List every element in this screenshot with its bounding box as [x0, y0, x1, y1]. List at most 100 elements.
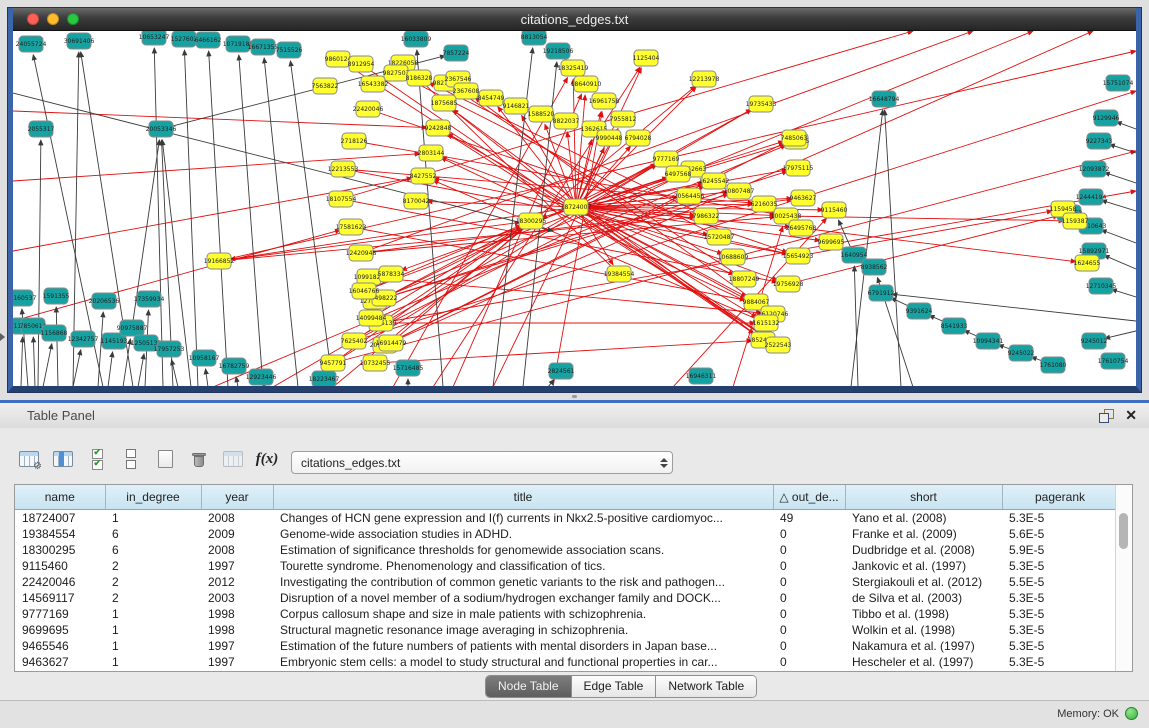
graph-node[interactable]: 8938562	[861, 259, 888, 275]
scrollbar-thumb[interactable]	[1119, 513, 1128, 549]
graph-node[interactable]: 15716485	[393, 360, 424, 376]
graph-node[interactable]: 12093872	[1079, 161, 1110, 177]
graph-node[interactable]: 18724007	[561, 199, 592, 215]
graph-node[interactable]: 1527602	[171, 31, 198, 47]
network-canvas[interactable]: 24055724 30691406 1065324715276026466162 10…	[13, 31, 1136, 386]
graph-node[interactable]: 19218506	[543, 43, 574, 59]
graph-node[interactable]: 8813054	[521, 31, 548, 45]
graph-node[interactable]: 6466162	[195, 32, 222, 48]
graph-node[interactable]: 15720487	[704, 229, 735, 245]
graph-node[interactable]: 14099484	[356, 310, 387, 326]
graph-node[interactable]: 6794028	[625, 130, 652, 146]
graph-node[interactable]: 12710345	[1086, 278, 1117, 294]
graph-node[interactable]: 19756928	[773, 276, 804, 292]
table-header-cell-title[interactable]: title	[273, 485, 773, 510]
graph-node[interactable]: 24055724	[16, 36, 47, 52]
graph-node[interactable]: 30691406	[64, 33, 95, 49]
table-vertical-scrollbar[interactable]	[1115, 485, 1132, 671]
graph-node[interactable]: 19735433	[746, 96, 777, 112]
graph-node[interactable]: 12420948	[346, 245, 377, 261]
tab-edge-table[interactable]: Edge Table	[572, 676, 657, 697]
graph-node[interactable]: 9990448	[596, 130, 623, 146]
graph-node[interactable]: 17359934	[134, 291, 165, 307]
graph-node[interactable]: 9129946	[1093, 110, 1120, 126]
graph-node[interactable]: 12213978	[689, 71, 720, 87]
graph-node[interactable]: 10732455	[360, 355, 391, 371]
graph-node[interactable]: 6791912	[868, 285, 895, 301]
graph-node[interactable]: 20053346	[146, 121, 177, 137]
table-row[interactable]: 1456911722003Disruption of a novel membe…	[15, 590, 1118, 606]
table-header-cell-short[interactable]: short	[845, 485, 1002, 510]
graph-node[interactable]: 17975115	[783, 160, 814, 176]
graph-node[interactable]: 9391624	[906, 303, 933, 319]
graph-node[interactable]: 16946311	[686, 368, 717, 384]
graph-node[interactable]: 8427552	[410, 168, 437, 184]
graph-node[interactable]: 15654923	[783, 248, 814, 264]
table-row[interactable]: 1938455462009Genome-wide association stu…	[15, 526, 1118, 542]
graph-node[interactable]: 5878334	[378, 266, 405, 282]
graph-node[interactable]: 9146821	[503, 98, 530, 114]
west-panel-grip-icon[interactable]	[0, 333, 5, 341]
column-settings-icon[interactable]	[48, 446, 78, 472]
graph-node[interactable]: 16046766	[349, 283, 380, 299]
graph-node[interactable]: 7515526	[276, 42, 303, 58]
graph-node[interactable]: 9115460	[821, 202, 848, 218]
delete-trash-icon[interactable]	[184, 446, 214, 472]
graph-node[interactable]: 10994341	[973, 333, 1004, 349]
table-header-cell-name[interactable]: name	[15, 485, 105, 510]
tab-node-table[interactable]: Node Table	[486, 676, 572, 697]
graph-node[interactable]: 16543382	[358, 76, 389, 92]
table-row[interactable]: 1830029562008Estimation of significance …	[15, 542, 1118, 558]
graph-node[interactable]: 9463627	[790, 190, 817, 206]
graph-node[interactable]: 19384554	[604, 266, 635, 282]
graph-node[interactable]: 6216035	[751, 196, 778, 212]
graph-node[interactable]: 1615132	[753, 315, 780, 331]
graph-node[interactable]: 2522543	[765, 337, 792, 353]
graph-node[interactable]: 1588520	[528, 106, 555, 122]
table-header-cell-year[interactable]: year	[201, 485, 273, 510]
graph-node[interactable]: 9699695	[818, 234, 845, 250]
graph-node[interactable]: 9245012	[1081, 333, 1108, 349]
graph-node[interactable]: 8822037	[553, 113, 580, 129]
graph-node[interactable]: 26495768	[786, 220, 817, 236]
graph-node[interactable]: 16961758	[589, 93, 620, 109]
table-settings-icon[interactable]: ⚙	[14, 446, 44, 472]
graph-node[interactable]: 19166852	[204, 253, 235, 269]
graph-node[interactable]: 16914479	[376, 335, 407, 351]
table-selector-combobox[interactable]: citations_edges.txt	[291, 451, 673, 474]
graph-node[interactable]: 18325419	[558, 60, 589, 76]
graph-node[interactable]: 16648794	[869, 91, 900, 107]
graph-node[interactable]: 12213553	[328, 161, 359, 177]
graph-node[interactable]: 15751074	[1103, 75, 1134, 91]
graph-node[interactable]: 7857224	[443, 45, 470, 61]
table-row[interactable]: 969969511998Structural magnetic resonanc…	[15, 622, 1118, 638]
graph-node[interactable]: 16782759	[219, 358, 250, 374]
graph-node[interactable]: 18640910	[571, 76, 602, 92]
graph-node[interactable]: 10688609	[718, 249, 749, 265]
graph-node[interactable]: 1591355	[43, 288, 70, 304]
graph-node[interactable]: 20206536	[89, 293, 120, 309]
table-row[interactable]: 946554611997Estimation of the future num…	[15, 638, 1118, 654]
graph-node[interactable]: 7563822	[312, 78, 339, 94]
graph-node[interactable]: 18807249	[729, 271, 760, 287]
zoom-window-button[interactable]	[67, 13, 79, 25]
graph-node[interactable]: 9777169	[653, 151, 680, 167]
graph-node[interactable]: 10653247	[139, 31, 170, 45]
graph-node[interactable]: 8454749	[478, 90, 505, 106]
graph-node[interactable]: 12444194	[1076, 189, 1107, 205]
graph-node[interactable]: 8912954	[348, 56, 375, 72]
graph-node[interactable]: 10958167	[189, 350, 220, 366]
table-row[interactable]: 977716911998Corpus callosum shape and si…	[15, 606, 1118, 622]
graph-node[interactable]: 7485063	[781, 130, 808, 146]
table-row[interactable]: 2242004622012Investigating the contribut…	[15, 574, 1118, 590]
table-row[interactable]: 1872400712008Changes of HCN gene express…	[15, 510, 1118, 527]
float-panel-icon[interactable]	[1099, 409, 1113, 422]
window-title-bar[interactable]: citations_edges.txt	[13, 8, 1136, 31]
table-row[interactable]: 911546021997Tourette syndrome. Phenomeno…	[15, 558, 1118, 574]
graph-node[interactable]: 7625402	[341, 333, 368, 349]
graph-node[interactable]: 8186328	[406, 70, 433, 86]
graph-node[interactable]: 9227343	[1086, 133, 1113, 149]
graph-node[interactable]: 22420046	[353, 101, 384, 117]
close-window-button[interactable]	[27, 13, 39, 25]
graph-node[interactable]: 8170042	[403, 193, 430, 209]
